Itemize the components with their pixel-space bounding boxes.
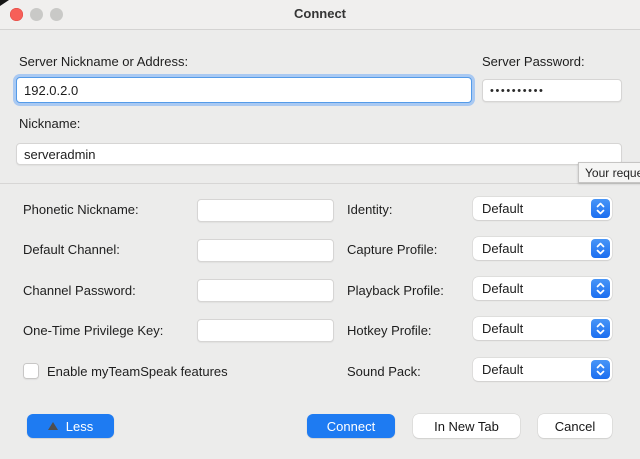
- capture-profile-label: Capture Profile:: [347, 242, 437, 257]
- myteamspeak-checkbox-label: Enable myTeamSpeak features: [47, 364, 228, 379]
- less-button-label: Less: [66, 419, 93, 434]
- chevron-up-down-icon: [591, 279, 610, 298]
- in-new-tab-button[interactable]: In New Tab: [413, 414, 520, 438]
- default-channel-label: Default Channel:: [23, 242, 120, 257]
- phonetic-nickname-label: Phonetic Nickname:: [23, 202, 139, 217]
- connect-button-label: Connect: [327, 419, 375, 434]
- connect-button[interactable]: Connect: [307, 414, 395, 438]
- capture-profile-dropdown-value: Default: [482, 237, 523, 260]
- window-title: Connect: [0, 0, 640, 28]
- cancel-button[interactable]: Cancel: [538, 414, 612, 438]
- section-divider: [0, 183, 640, 184]
- address-input[interactable]: [16, 77, 472, 103]
- server-password-label: Server Password:: [482, 54, 585, 69]
- hotkey-profile-label: Hotkey Profile:: [347, 323, 432, 338]
- sound-pack-dropdown[interactable]: Default: [473, 358, 612, 381]
- connect-dialog: Connect Server Nickname or Address: Serv…: [0, 0, 640, 459]
- titlebar: Connect: [0, 0, 640, 30]
- hotkey-profile-dropdown-value: Default: [482, 317, 523, 340]
- chevron-up-down-icon: [591, 319, 610, 338]
- sound-pack-dropdown-value: Default: [482, 358, 523, 381]
- myteamspeak-checkbox[interactable]: [23, 363, 39, 379]
- chevron-up-down-icon: [591, 239, 610, 258]
- server-password-input[interactable]: [482, 79, 622, 102]
- playback-profile-dropdown-value: Default: [482, 277, 523, 300]
- cancel-button-label: Cancel: [555, 419, 595, 434]
- channel-password-input[interactable]: [197, 279, 334, 302]
- default-channel-input[interactable]: [197, 239, 334, 262]
- identity-dropdown[interactable]: Default: [473, 197, 612, 220]
- nickname-label: Nickname:: [19, 116, 80, 131]
- playback-profile-label: Playback Profile:: [347, 283, 444, 298]
- channel-password-label: Channel Password:: [23, 283, 136, 298]
- hotkey-profile-dropdown[interactable]: Default: [473, 317, 612, 340]
- phonetic-nickname-input[interactable]: [197, 199, 334, 222]
- collapse-arrow-icon: [48, 422, 58, 430]
- cursor-icon: [0, 0, 9, 6]
- chevron-up-down-icon: [591, 360, 610, 379]
- in-new-tab-button-label: In New Tab: [434, 419, 499, 434]
- identity-dropdown-value: Default: [482, 197, 523, 220]
- privilege-key-label: One-Time Privilege Key:: [23, 323, 163, 338]
- sound-pack-label: Sound Pack:: [347, 364, 421, 379]
- nickname-input[interactable]: [16, 143, 622, 165]
- identity-label: Identity:: [347, 202, 393, 217]
- chevron-up-down-icon: [591, 199, 610, 218]
- less-button[interactable]: Less: [27, 414, 114, 438]
- capture-profile-dropdown[interactable]: Default: [473, 237, 612, 260]
- privilege-key-input[interactable]: [197, 319, 334, 342]
- address-label: Server Nickname or Address:: [19, 54, 188, 69]
- playback-profile-dropdown[interactable]: Default: [473, 277, 612, 300]
- tooltip: Your reque: [578, 162, 640, 183]
